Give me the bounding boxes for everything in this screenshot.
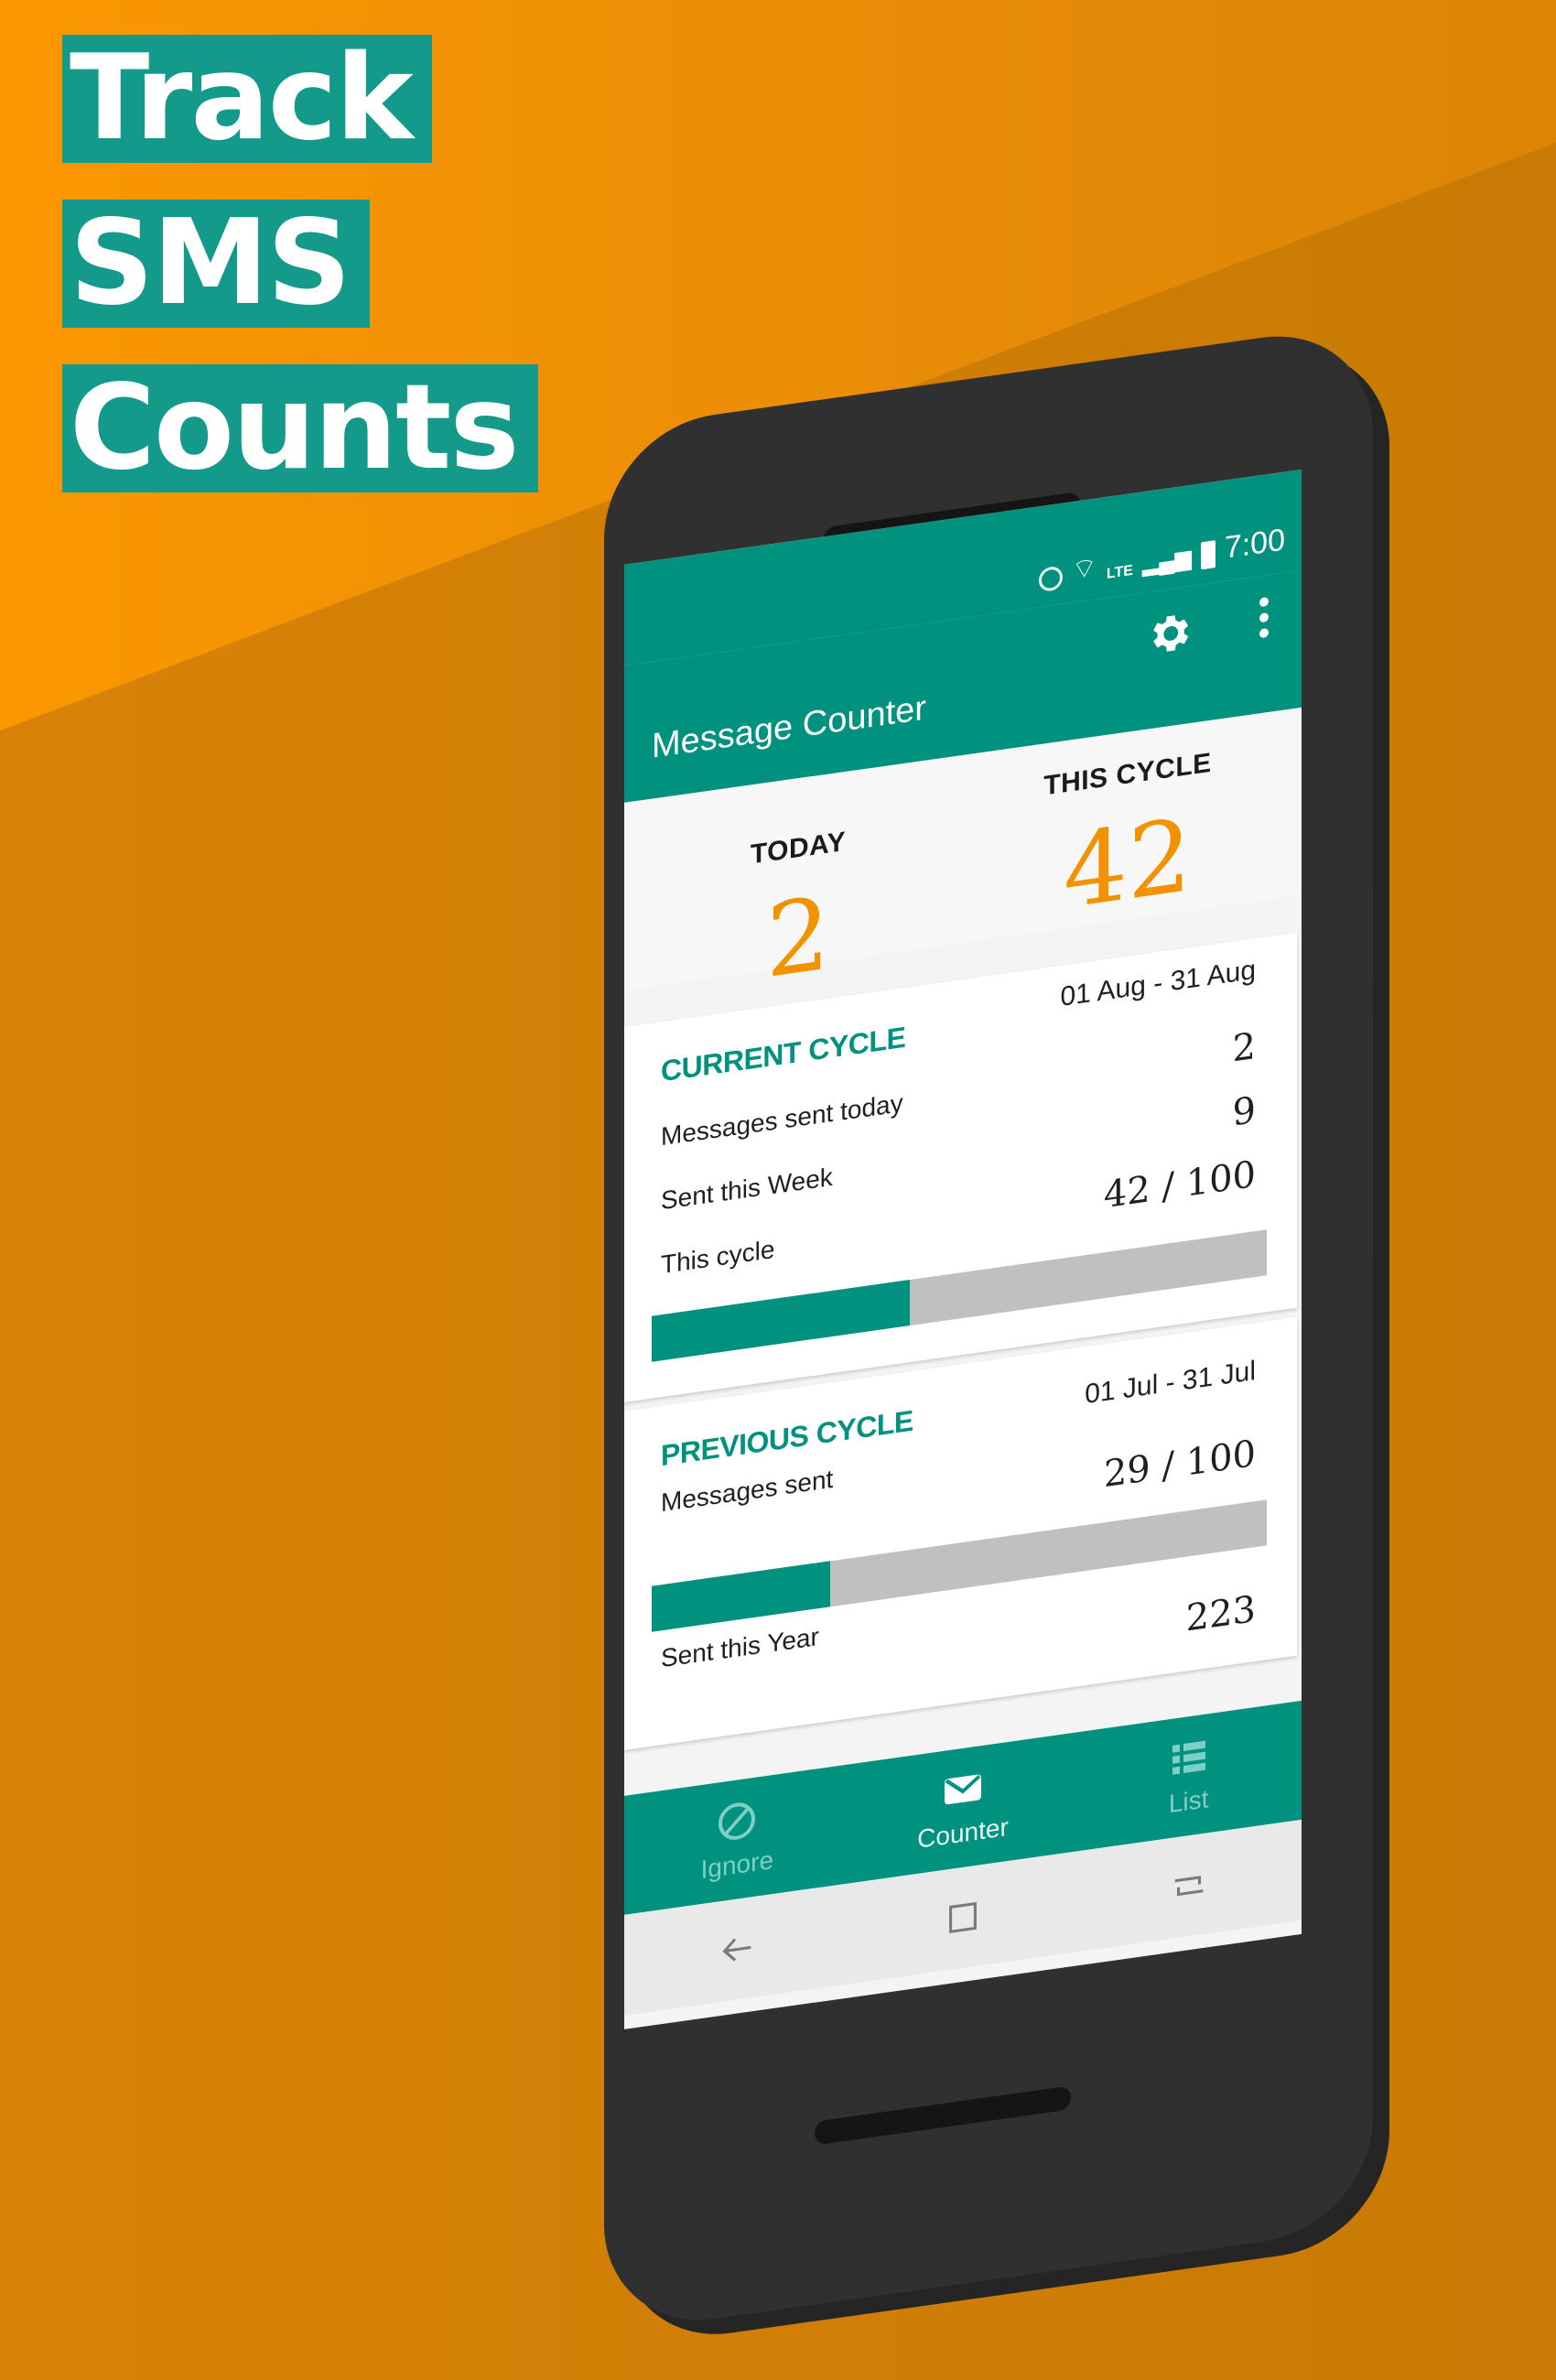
current-cycle-heading: CURRENT CYCLE bbox=[661, 1020, 906, 1088]
today-summary: TODAY 2 bbox=[661, 814, 935, 1012]
settings-gear-icon[interactable] bbox=[1144, 605, 1194, 662]
app-title: Message Counter bbox=[652, 688, 926, 766]
previous-cycle-progress-fill bbox=[652, 1561, 830, 1632]
sent-year-label: Sent this Year bbox=[661, 1621, 819, 1673]
list-icon bbox=[1172, 1740, 1205, 1775]
this-cycle-row-value: 42 / 100 bbox=[1103, 1152, 1256, 1217]
nav-item-ignore[interactable]: Ignore bbox=[645, 1787, 828, 1893]
nav-item-list[interactable]: List bbox=[1097, 1723, 1280, 1829]
nav-item-counter[interactable]: Counter bbox=[871, 1755, 1054, 1861]
back-icon[interactable] bbox=[716, 1925, 758, 1973]
bottom-speaker bbox=[815, 2085, 1071, 2146]
status-time: 7:00 bbox=[1224, 522, 1285, 566]
mail-icon bbox=[944, 1774, 981, 1805]
messages-sent-label: Messages sent bbox=[661, 1464, 834, 1518]
messages-today-value: 2 bbox=[1232, 1024, 1256, 1071]
app-screen: ⌔ LTE ▂▄▆ 7:00 Message Counter TODAY 2 T… bbox=[624, 469, 1302, 2029]
headline-line-1: Track bbox=[62, 35, 432, 163]
cycle-summary: THIS CYCLE 42 bbox=[990, 741, 1265, 938]
sent-year-value: 223 bbox=[1185, 1587, 1256, 1640]
nav-label-ignore: Ignore bbox=[700, 1844, 774, 1885]
current-cycle-progress-fill bbox=[652, 1280, 911, 1362]
alarm-icon bbox=[1038, 565, 1063, 593]
headline-line-3: Counts bbox=[62, 364, 538, 492]
power-button bbox=[1375, 1016, 1384, 1256]
week-label: Sent this Week bbox=[661, 1162, 833, 1216]
recents-icon[interactable] bbox=[1168, 1862, 1210, 1909]
volume-button bbox=[1375, 888, 1384, 977]
nav-label-list: List bbox=[1168, 1784, 1209, 1819]
network-type: LTE bbox=[1106, 562, 1133, 582]
wifi-icon: ⌔ bbox=[1071, 552, 1097, 587]
previous-cycle-heading: PREVIOUS CYCLE bbox=[661, 1403, 913, 1473]
battery-icon bbox=[1200, 540, 1216, 570]
more-vertical-icon[interactable] bbox=[1258, 595, 1270, 641]
messages-today-label: Messages sent today bbox=[661, 1088, 903, 1152]
phone-device: ⌔ LTE ▂▄▆ 7:00 Message Counter TODAY 2 T… bbox=[604, 321, 1384, 2334]
previous-cycle-range: 01 Jul - 31 Jul bbox=[1085, 1355, 1256, 1411]
this-cycle-row-label: This cycle bbox=[661, 1234, 775, 1280]
messages-sent-value: 29 / 100 bbox=[1103, 1432, 1256, 1497]
week-value: 9 bbox=[1232, 1088, 1256, 1135]
headline-line-2: SMS bbox=[62, 200, 370, 328]
signal-icon: ▂▄▆ bbox=[1141, 545, 1192, 578]
nav-label-counter: Counter bbox=[917, 1812, 1009, 1854]
previous-cycle-progress bbox=[652, 1499, 1267, 1632]
this-cycle-count: 42 bbox=[1064, 795, 1192, 932]
home-icon[interactable] bbox=[942, 1894, 984, 1942]
block-icon bbox=[719, 1802, 756, 1840]
current-cycle-range: 01 Aug - 31 Aug bbox=[1060, 954, 1256, 1012]
